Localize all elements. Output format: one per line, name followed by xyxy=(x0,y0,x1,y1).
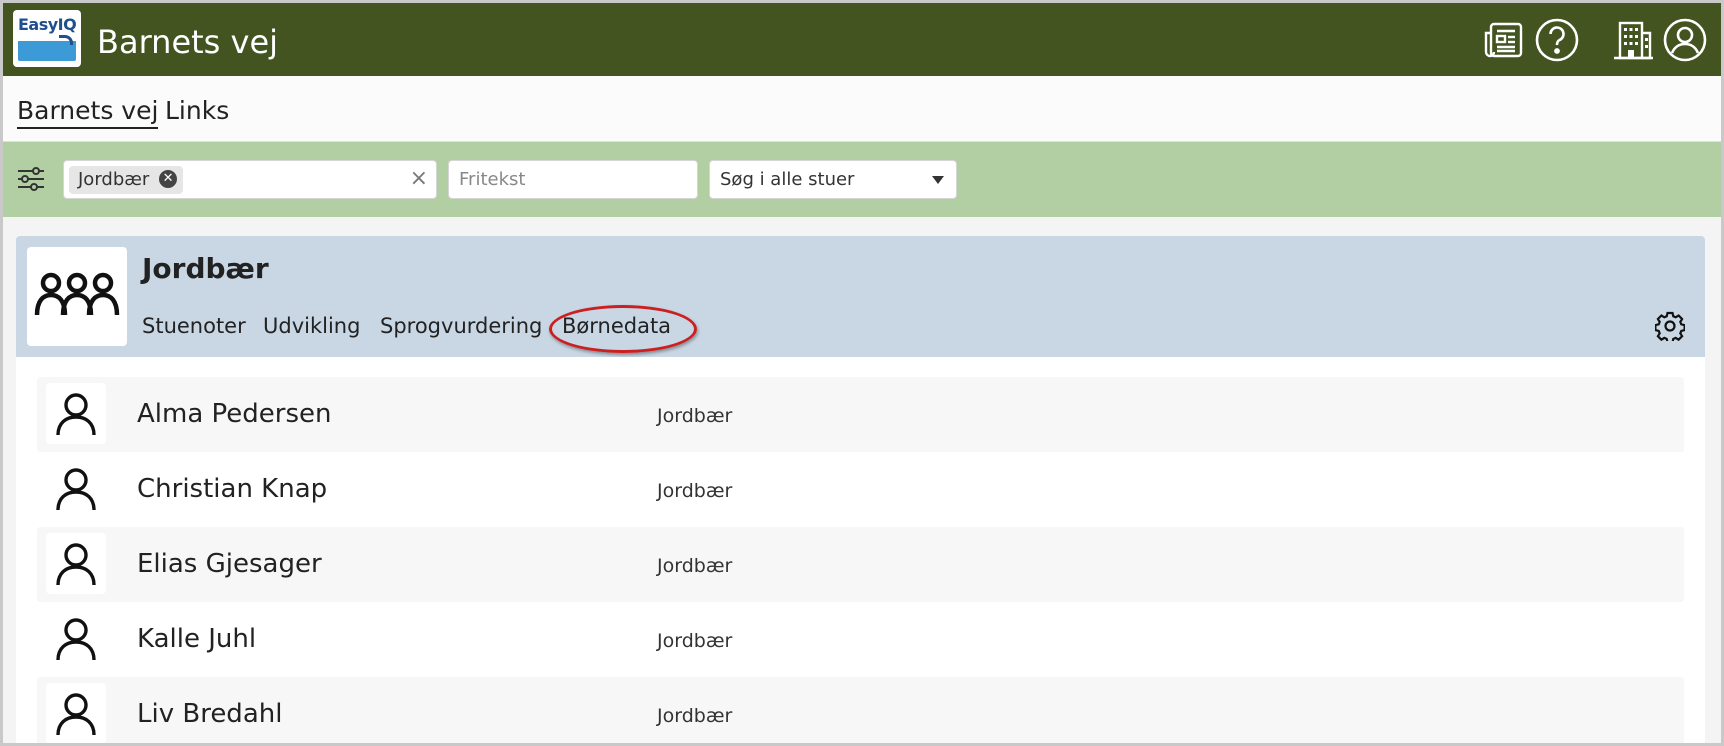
child-group: Jordbær xyxy=(657,705,733,727)
filter-bar: Jordbær ✕ × Søg i alle stuer xyxy=(3,142,1721,217)
avatar xyxy=(46,533,106,594)
filter-chip: Jordbær ✕ xyxy=(69,166,184,194)
caret-down-icon xyxy=(932,176,944,184)
app-window: EasyIQ Barnets vej Barnets vej Links Jor… xyxy=(0,0,1724,746)
freetext-search-input[interactable] xyxy=(448,160,698,199)
list-item[interactable]: Alma Pedersen Jordbær xyxy=(37,377,1684,452)
child-name[interactable]: Elias Gjesager xyxy=(137,549,322,579)
children-list: Alma Pedersen Jordbær Christian Knap Jor… xyxy=(16,357,1705,743)
nav-bar: Barnets vej Links xyxy=(3,76,1721,142)
tab-stuenoter[interactable]: Stuenoter xyxy=(142,314,246,338)
avatar xyxy=(46,383,106,444)
group-avatar xyxy=(27,247,127,346)
child-group: Jordbær xyxy=(657,405,733,427)
remove-chip-icon[interactable]: ✕ xyxy=(159,169,178,188)
child-name[interactable]: Liv Bredahl xyxy=(137,699,282,729)
group-filter-input[interactable]: Jordbær ✕ × xyxy=(63,160,437,199)
person-icon xyxy=(56,618,96,661)
child-group: Jordbær xyxy=(657,555,733,577)
list-item[interactable]: Elias Gjesager Jordbær xyxy=(37,527,1684,602)
highlight-annotation xyxy=(549,305,697,353)
child-group: Jordbær xyxy=(657,630,733,652)
easyiq-logo[interactable]: EasyIQ xyxy=(13,10,81,67)
app-title: Barnets vej xyxy=(97,23,279,61)
person-icon xyxy=(56,543,96,586)
child-name[interactable]: Kalle Juhl xyxy=(137,624,256,654)
avatar xyxy=(46,458,106,519)
group-people-icon xyxy=(34,272,120,316)
tab-sprogvurdering[interactable]: Sprogvurdering xyxy=(380,314,542,338)
list-item[interactable]: Liv Bredahl Jordbær xyxy=(37,677,1684,743)
tab-barnets-vej[interactable]: Barnets vej xyxy=(17,96,159,129)
child-group: Jordbær xyxy=(657,480,733,502)
list-item[interactable]: Christian Knap Jordbær xyxy=(37,452,1684,527)
avatar xyxy=(46,608,106,669)
clear-filter-icon[interactable]: × xyxy=(410,166,428,191)
tab-udvikling[interactable]: Udvikling xyxy=(263,314,360,338)
group-header: Jordbær Stuenoter Udvikling Sprogvurderi… xyxy=(16,236,1705,357)
room-select[interactable]: Søg i alle stuer xyxy=(709,160,957,199)
group-title: Jordbær xyxy=(142,252,269,285)
list-item[interactable]: Kalle Juhl Jordbær xyxy=(37,602,1684,677)
help-icon[interactable] xyxy=(1534,17,1580,63)
gear-icon[interactable] xyxy=(1655,311,1685,341)
logo-bird-icon xyxy=(59,35,73,45)
person-icon xyxy=(56,693,96,736)
room-select-value: Søg i alle stuer xyxy=(720,169,855,190)
user-account-icon[interactable] xyxy=(1662,17,1708,63)
person-icon xyxy=(56,393,96,436)
filter-settings-icon[interactable] xyxy=(16,164,46,194)
filter-chip-label: Jordbær xyxy=(78,169,150,190)
building-icon[interactable] xyxy=(1609,17,1655,63)
child-name[interactable]: Alma Pedersen xyxy=(137,399,332,429)
logo-text: EasyIQ xyxy=(18,15,77,34)
avatar xyxy=(46,683,106,743)
tab-links[interactable]: Links xyxy=(165,96,229,125)
news-icon[interactable] xyxy=(1481,17,1527,63)
top-bar: EasyIQ Barnets vej xyxy=(3,3,1721,76)
person-icon xyxy=(56,468,96,511)
child-name[interactable]: Christian Knap xyxy=(137,474,327,504)
